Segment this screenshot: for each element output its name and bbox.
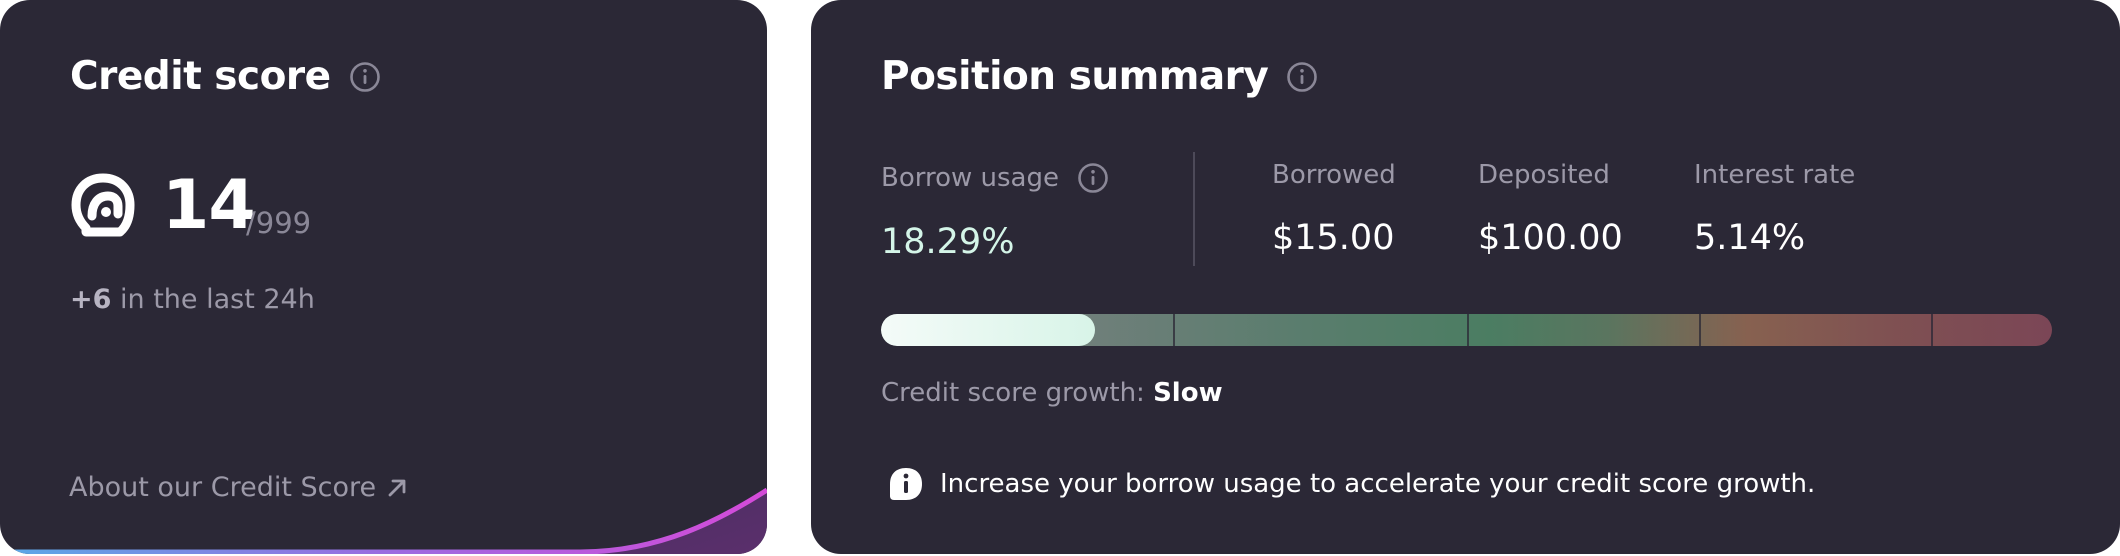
usage-tip-text: Increase your borrow usage to accelerate…	[940, 469, 1816, 499]
position-summary-card: Position summary Borrow usage 18.29% Bor…	[811, 0, 2120, 554]
position-summary-title-text: Position summary	[881, 54, 1269, 99]
bar-tick	[1931, 314, 1933, 346]
score-change: +6 in the last 24h	[70, 284, 315, 315]
borrowed-label: Borrowed	[1272, 160, 1396, 190]
credit-score-card: Credit score 14 /999 +6 in the last 24h …	[0, 0, 767, 554]
about-credit-score-link[interactable]: About our Credit Score	[69, 472, 408, 503]
info-icon[interactable]	[1077, 162, 1109, 194]
about-link-label: About our Credit Score	[69, 472, 377, 503]
interest-rate-label: Interest rate	[1694, 160, 1856, 190]
credit-score-growth: Credit score growth: Slow	[881, 378, 1223, 408]
borrowed-value: $15.00	[1272, 218, 1395, 258]
score-delta-value: +6	[70, 284, 112, 315]
interest-rate-value: 5.14%	[1694, 218, 1806, 258]
borrow-usage-value: 18.29%	[881, 222, 1015, 262]
borrow-usage-bar	[881, 314, 2052, 346]
stat-divider	[1193, 152, 1195, 266]
position-summary-title: Position summary	[881, 54, 1318, 99]
credit-score-title-text: Credit score	[70, 54, 331, 99]
info-filled-icon	[890, 468, 922, 500]
arrow-up-right-icon	[388, 479, 406, 496]
deposited-value: $100.00	[1478, 218, 1623, 258]
credit-score-max: /999	[246, 206, 312, 240]
bar-tick	[1467, 314, 1469, 346]
growth-value: Slow	[1153, 378, 1223, 408]
borrow-usage-label-text: Borrow usage	[881, 163, 1059, 193]
usage-tip: Increase your borrow usage to accelerate…	[888, 466, 1815, 502]
growth-label: Credit score growth:	[881, 378, 1154, 408]
credit-score-logo-icon	[70, 172, 136, 242]
info-icon[interactable]	[349, 61, 381, 93]
credit-score-title: Credit score	[70, 54, 381, 99]
bar-tick	[1173, 314, 1175, 346]
credit-score-value: 14	[162, 166, 256, 245]
score-delta-suffix: in the last 24h	[111, 284, 315, 315]
info-icon[interactable]	[1286, 61, 1318, 93]
deposited-label: Deposited	[1478, 160, 1610, 190]
bar-tick	[1699, 314, 1701, 346]
borrow-usage-fill	[881, 314, 1095, 346]
borrow-usage-label: Borrow usage	[881, 162, 1109, 194]
